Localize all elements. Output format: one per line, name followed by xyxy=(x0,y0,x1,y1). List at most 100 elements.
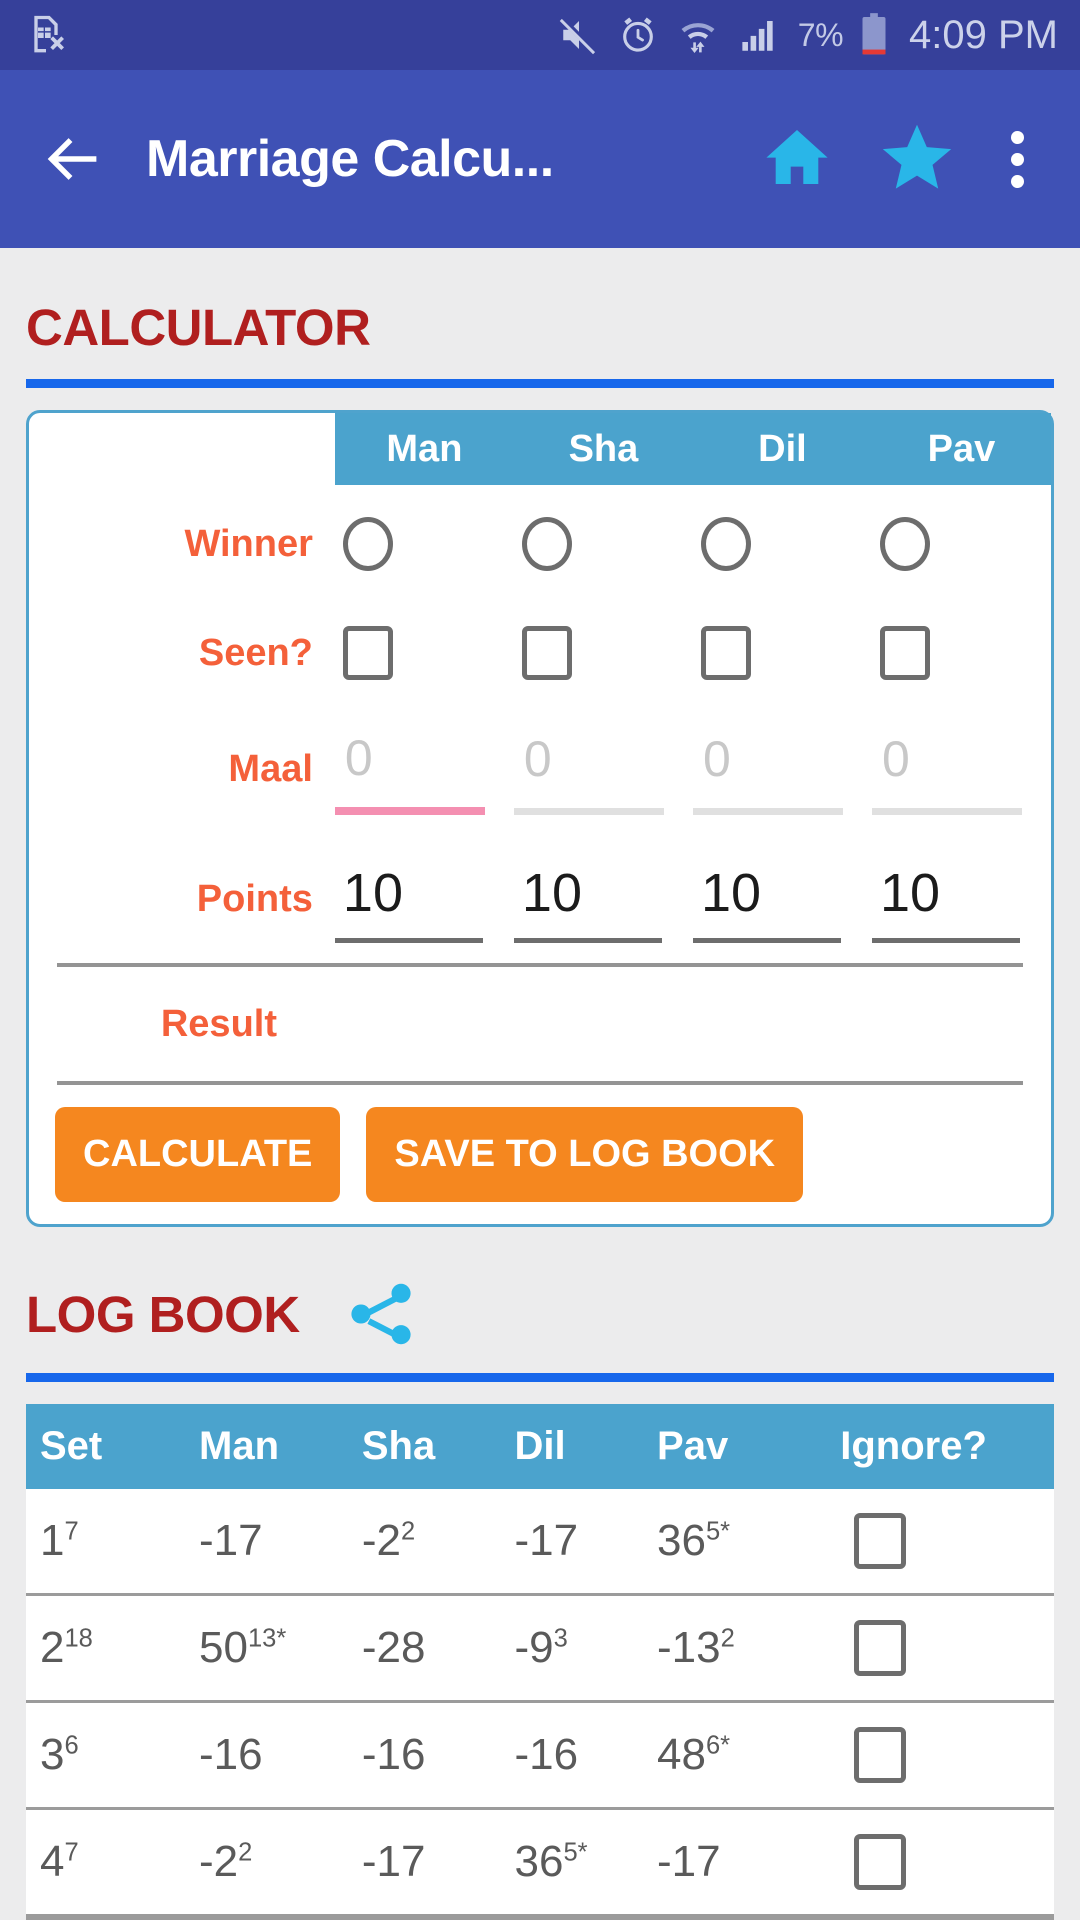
cell-man: -16 xyxy=(199,1701,362,1810)
points-underline-dil xyxy=(692,937,841,943)
points-input-dil[interactable]: 10 xyxy=(693,856,872,930)
ignore-checkbox[interactable] xyxy=(854,1513,907,1569)
cell-pav: 365* xyxy=(657,1489,841,1596)
calculator-card: Man Sha Dil Pav Winner Seen? Maal 0 0 0 … xyxy=(26,410,1054,1227)
table-row[interactable]: 218 5013* -28 -93 -132 xyxy=(26,1594,1054,1703)
man-sup: 13* xyxy=(247,1624,287,1653)
winner-cell-pav[interactable] xyxy=(872,485,1051,603)
winner-radio-man[interactable] xyxy=(342,517,393,571)
winner-radio-pav[interactable] xyxy=(879,517,930,571)
calculator-title: CALCULATOR xyxy=(26,299,371,356)
points-row: Points 10 10 10 10 xyxy=(29,835,1051,963)
log-book-rule xyxy=(26,1373,1054,1382)
more-vertical-icon[interactable] xyxy=(1001,130,1034,188)
pav-sup: 2 xyxy=(720,1624,735,1653)
points-cell-man[interactable]: 10 xyxy=(334,835,514,963)
points-cell-sha[interactable]: 10 xyxy=(513,835,693,963)
winner-row: Winner xyxy=(29,485,1051,603)
ignore-checkbox[interactable] xyxy=(854,1834,907,1890)
total-pav: 54 xyxy=(657,1915,841,1920)
seen-checkbox-man[interactable] xyxy=(342,626,393,680)
set-value: 2 xyxy=(40,1623,65,1672)
table-row[interactable]: 36 -16 -16 -16 486* xyxy=(26,1701,1054,1810)
cell-sha: -17 xyxy=(361,1808,515,1917)
winner-radio-sha[interactable] xyxy=(521,517,572,571)
maal-input-sha[interactable]: 0 xyxy=(514,724,693,794)
cell-set: 218 xyxy=(26,1594,200,1703)
points-underline-pav xyxy=(871,937,1020,943)
status-bar-left xyxy=(26,12,66,58)
seen-row: Seen? xyxy=(29,603,1051,703)
table-row[interactable]: 47 -22 -17 365* -17 xyxy=(26,1808,1054,1917)
total-man: 15 xyxy=(199,1915,362,1920)
maal-cell-pav[interactable]: 0 xyxy=(871,703,1051,835)
winner-row-label: Winner xyxy=(184,522,313,565)
maal-input-man[interactable]: 0 xyxy=(335,723,514,793)
calculate-button[interactable]: CALCULATE xyxy=(55,1107,341,1202)
maal-row: Maal 0 0 0 0 xyxy=(29,703,1051,835)
points-cell-dil[interactable]: 10 xyxy=(692,835,872,963)
cell-dil: -17 xyxy=(514,1489,658,1596)
save-to-log-book-button[interactable]: SAVE TO LOG BOOK xyxy=(366,1107,804,1202)
points-input-man[interactable]: 10 xyxy=(335,856,514,930)
result-label: Result xyxy=(160,1002,277,1045)
winner-cell-sha[interactable] xyxy=(514,485,693,603)
maal-cell-sha[interactable]: 0 xyxy=(513,703,693,835)
points-cell-pav[interactable]: 10 xyxy=(871,835,1051,963)
cell-dil: 365* xyxy=(514,1808,658,1917)
maal-input-pav[interactable]: 0 xyxy=(872,724,1051,794)
log-col-header-ignore: Ignore? xyxy=(840,1404,1054,1489)
table-row[interactable]: 17 -17 -22 -17 365* xyxy=(26,1489,1054,1596)
maal-input-dil[interactable]: 0 xyxy=(693,724,872,794)
app-bar-actions xyxy=(761,119,1052,200)
winner-cell-man[interactable] xyxy=(335,485,514,603)
seen-cell-sha[interactable] xyxy=(514,603,693,703)
set-value: 4 xyxy=(40,1837,65,1886)
sha-value: -28 xyxy=(361,1623,426,1672)
dil-value: -16 xyxy=(514,1730,579,1779)
seen-cell-dil[interactable] xyxy=(693,603,872,703)
back-arrow-icon[interactable] xyxy=(40,126,106,192)
cell-ignore[interactable] xyxy=(840,1701,1054,1810)
ignore-checkbox[interactable] xyxy=(854,1727,907,1783)
log-col-header-sha: Sha xyxy=(361,1404,515,1489)
ignore-checkbox[interactable] xyxy=(854,1620,907,1676)
cell-ignore[interactable] xyxy=(840,1808,1054,1917)
maal-cell-man[interactable]: 0 xyxy=(334,703,514,835)
total-row: Total 15 -63 -6 54 xyxy=(26,1915,1054,1920)
main-content: CALCULATOR Man Sha Dil Pav Winner Seen? … xyxy=(0,298,1080,1920)
winner-radio-dil[interactable] xyxy=(700,517,751,571)
seen-checkbox-dil[interactable] xyxy=(700,626,751,680)
seen-cell-man[interactable] xyxy=(335,603,514,703)
seen-checkbox-sha[interactable] xyxy=(521,626,572,680)
cell-sha: -22 xyxy=(361,1489,515,1596)
home-icon[interactable] xyxy=(761,121,833,198)
sha-value: -16 xyxy=(361,1730,426,1779)
total-dil: -6 xyxy=(514,1915,658,1920)
share-icon[interactable] xyxy=(344,1277,418,1351)
points-underline-sha xyxy=(513,937,662,943)
star-icon[interactable] xyxy=(879,119,955,200)
winner-cell-dil[interactable] xyxy=(693,485,872,603)
result-row: Result xyxy=(29,967,1051,1081)
maal-cell-dil[interactable]: 0 xyxy=(692,703,872,835)
seen-cell-pav[interactable] xyxy=(872,603,1051,703)
cell-pav: -132 xyxy=(657,1594,841,1703)
seen-checkbox-pav[interactable] xyxy=(879,626,930,680)
total-ignore-empty xyxy=(840,1915,1054,1920)
cell-ignore[interactable] xyxy=(840,1489,1054,1596)
pav-value: -17 xyxy=(657,1837,721,1886)
man-value: 50 xyxy=(199,1623,248,1672)
points-input-pav[interactable]: 10 xyxy=(872,856,1051,930)
cellular-signal-icon xyxy=(737,14,781,56)
pav-sup: 5* xyxy=(705,1517,731,1546)
cell-ignore[interactable] xyxy=(840,1594,1054,1703)
header-spacer xyxy=(29,413,335,485)
battery-low-icon xyxy=(860,12,888,58)
calc-col-header-dil: Dil xyxy=(692,413,872,485)
cell-set: 17 xyxy=(26,1489,200,1596)
maal-underline-man xyxy=(334,807,485,815)
points-input-sha[interactable]: 10 xyxy=(514,856,693,930)
no-sim-card-icon xyxy=(26,12,66,58)
status-bar: 7% 4:09 PM xyxy=(0,0,1080,70)
